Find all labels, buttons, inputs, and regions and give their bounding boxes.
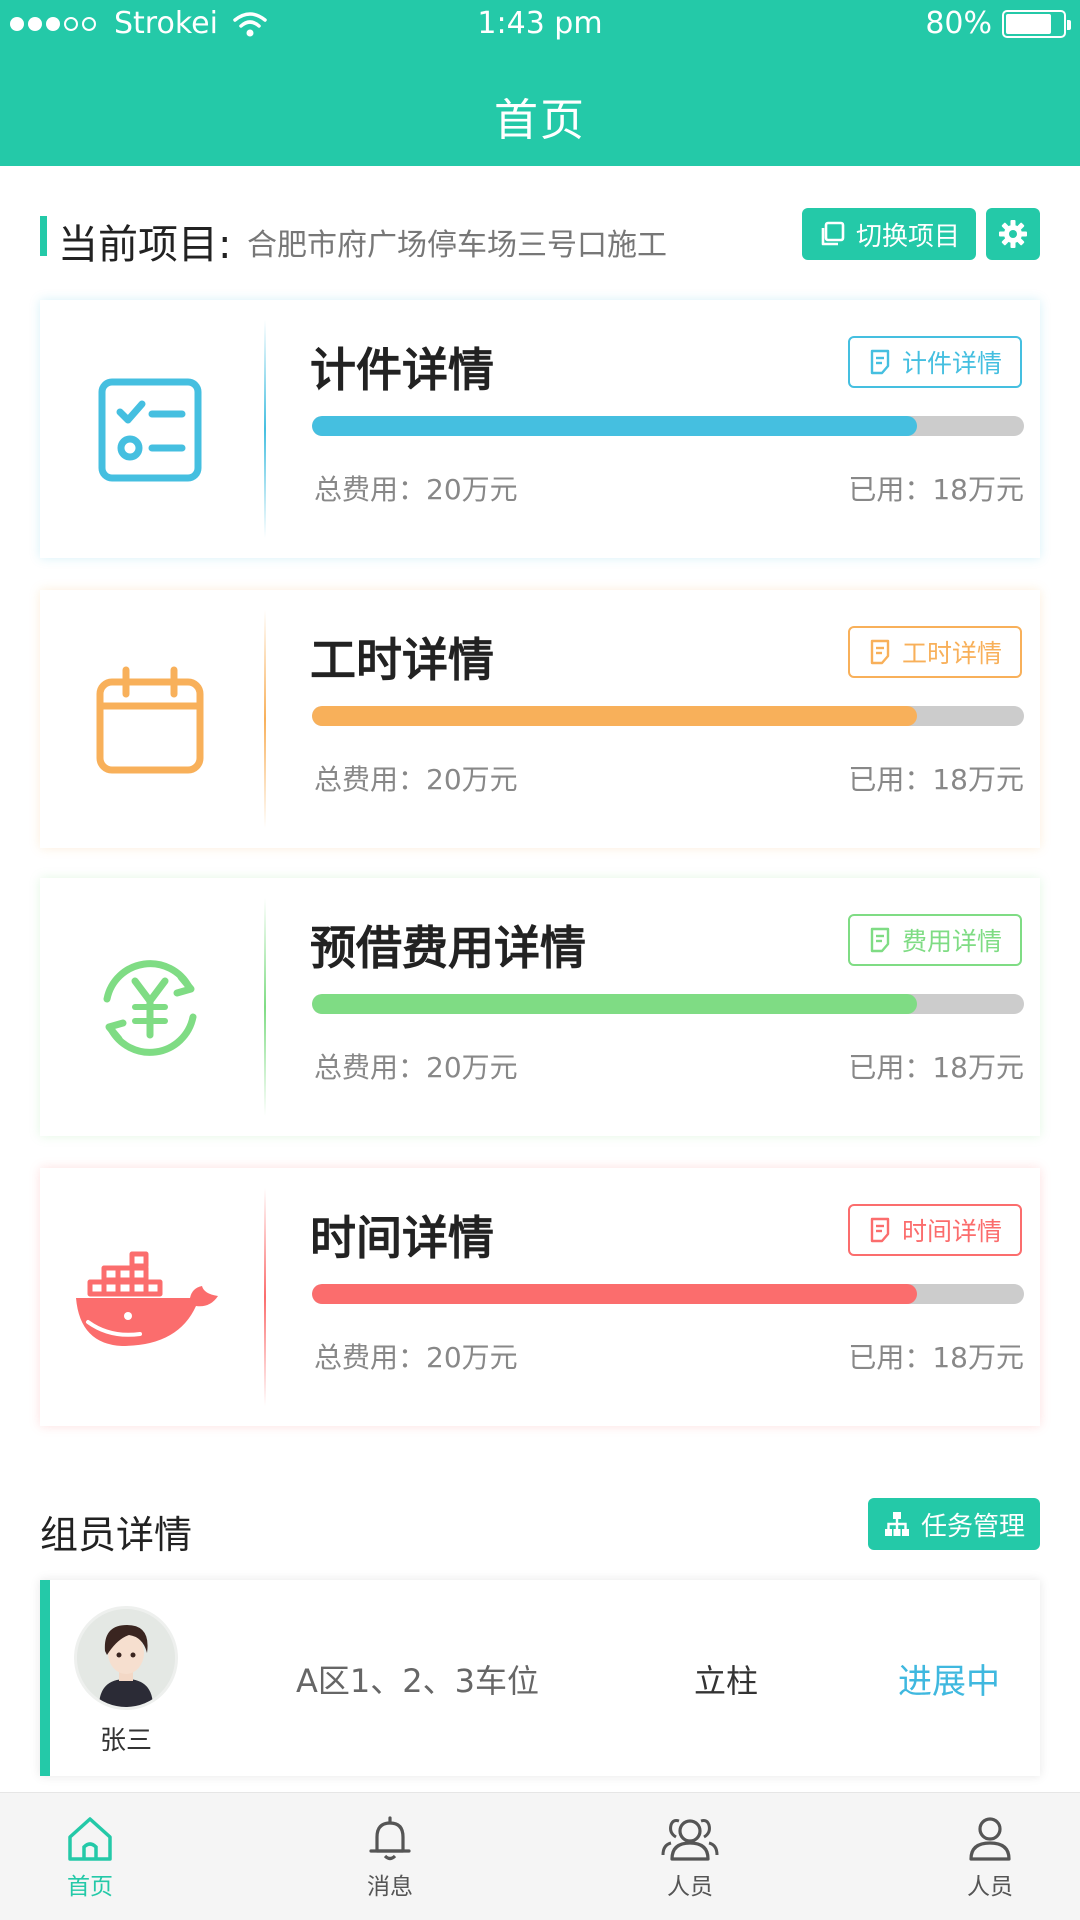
card-divider — [264, 320, 266, 538]
battery-fill — [1006, 13, 1051, 34]
card-title: 预借费用详情 — [310, 921, 586, 975]
document-icon — [870, 927, 890, 953]
avatar[interactable] — [74, 1606, 178, 1710]
card-title: 时间详情 — [310, 1211, 494, 1265]
org-chart-icon — [884, 1512, 909, 1536]
time-detail-button[interactable]: 时间详情 — [848, 1204, 1022, 1256]
page-title: 首页 — [494, 95, 586, 146]
progress-track — [312, 416, 1024, 436]
members-section-title: 组员详情 — [40, 1513, 193, 1557]
card-icon-area — [50, 640, 250, 800]
settings-button[interactable] — [986, 208, 1040, 260]
progress-track — [312, 994, 1024, 1014]
yuan-cycle-icon — [103, 960, 197, 1056]
card-button-label: 工时详情 — [901, 639, 1002, 668]
status-bar: Strokei 1:43 pm 80% — [0, 0, 1080, 50]
used-cost: 已用：18万元 — [848, 1341, 1024, 1374]
card-title: 计件详情 — [310, 343, 494, 397]
project-name: 合肥市府广场停车场三号口施工 — [247, 228, 667, 263]
calendar-icon — [96, 666, 204, 774]
card-icon-area — [50, 1218, 250, 1378]
card-button-label: 费用详情 — [901, 927, 1002, 956]
gear-icon — [999, 220, 1027, 248]
card-title: 工时详情 — [310, 633, 494, 687]
card-divider — [264, 610, 266, 828]
checklist-icon — [98, 378, 202, 482]
home-icon — [68, 1817, 112, 1861]
piece-detail-button[interactable]: 计件详情 — [848, 336, 1022, 388]
whale-ship-icon — [76, 1251, 218, 1346]
bottom-tab-bar: 首页 消息 人员 人员 — [0, 1792, 1080, 1920]
current-project-row: 当前项目: 合肥市府广场停车场三号口施工 切换项目 — [40, 208, 1040, 268]
card-divider — [264, 898, 266, 1116]
used-cost: 已用：18万元 — [848, 473, 1024, 506]
task-management-button[interactable]: 任务管理 — [868, 1498, 1040, 1550]
member-work-area: A区1、2、3车位 — [296, 1662, 539, 1700]
total-cost: 总费用：20万元 — [314, 1051, 518, 1084]
member-status: 进展中 — [898, 1662, 1000, 1702]
tab-label: 人员 — [667, 1874, 713, 1900]
task-management-label: 任务管理 — [920, 1511, 1025, 1542]
avatar-icon — [77, 1609, 175, 1707]
card-button-label: 计件详情 — [901, 349, 1002, 378]
copy-icon — [821, 221, 845, 246]
progress-fill — [312, 1284, 918, 1304]
total-cost: 总费用：20万元 — [314, 763, 518, 796]
used-cost: 已用：18万元 — [848, 763, 1024, 796]
card-button-label: 时间详情 — [901, 1217, 1002, 1246]
document-icon — [870, 349, 890, 375]
battery-percent: 80% — [925, 6, 992, 41]
used-cost: 已用：18万元 — [848, 1051, 1024, 1084]
switch-project-button[interactable]: 切换项目 — [802, 208, 976, 260]
card-time-detail[interactable]: 时间详情 时间详情 总费用：20万元 已用：18万元 — [40, 1168, 1040, 1426]
progress-fill — [312, 416, 918, 436]
app-header: Strokei 1:43 pm 80% 首页 — [0, 0, 1080, 166]
progress-fill — [312, 994, 918, 1014]
status-time: 1:43 pm — [477, 6, 603, 41]
card-divider — [264, 1188, 266, 1406]
card-piece-detail[interactable]: 计件详情 计件详情 总费用：20万元 已用：18万元 — [40, 300, 1040, 558]
hours-detail-button[interactable]: 工时详情 — [848, 626, 1022, 678]
progress-fill — [312, 706, 918, 726]
project-label: 当前项目: — [58, 222, 232, 268]
tab-label: 首页 — [67, 1874, 113, 1900]
tab-people[interactable]: 人员 — [620, 1793, 760, 1920]
card-icon-area — [50, 928, 250, 1088]
bell-icon — [369, 1816, 411, 1861]
tab-label: 消息 — [367, 1874, 413, 1900]
total-cost: 总费用：20万元 — [314, 473, 518, 506]
card-hours-detail[interactable]: 工时详情 工时详情 总费用：20万元 已用：18万元 — [40, 590, 1040, 848]
switch-project-label: 切换项目 — [855, 221, 960, 252]
document-icon — [870, 1217, 890, 1243]
tab-label: 人员 — [967, 1874, 1013, 1900]
group-icon — [661, 1819, 719, 1861]
tab-home[interactable]: 首页 — [20, 1793, 160, 1920]
member-accent-bar — [40, 1580, 50, 1776]
expense-detail-button[interactable]: 费用详情 — [848, 914, 1022, 966]
progress-track — [312, 1284, 1024, 1304]
accent-bar — [40, 216, 47, 256]
tab-messages[interactable]: 消息 — [320, 1793, 460, 1920]
tab-profile[interactable]: 人员 — [920, 1793, 1060, 1920]
battery-icon — [1002, 9, 1071, 38]
person-icon — [969, 1817, 1011, 1861]
card-advance-detail[interactable]: 预借费用详情 费用详情 总费用：20万元 已用：18万元 — [40, 878, 1040, 1136]
document-icon — [870, 639, 890, 665]
member-row[interactable]: 张三 A区1、2、3车位 立柱 进展中 — [40, 1580, 1040, 1776]
total-cost: 总费用：20万元 — [314, 1341, 518, 1374]
member-task: 立柱 — [694, 1662, 759, 1700]
progress-track — [312, 706, 1024, 726]
battery-area: 80% — [925, 6, 1071, 41]
card-icon-area — [50, 350, 250, 510]
member-name: 张三 — [99, 1726, 152, 1756]
